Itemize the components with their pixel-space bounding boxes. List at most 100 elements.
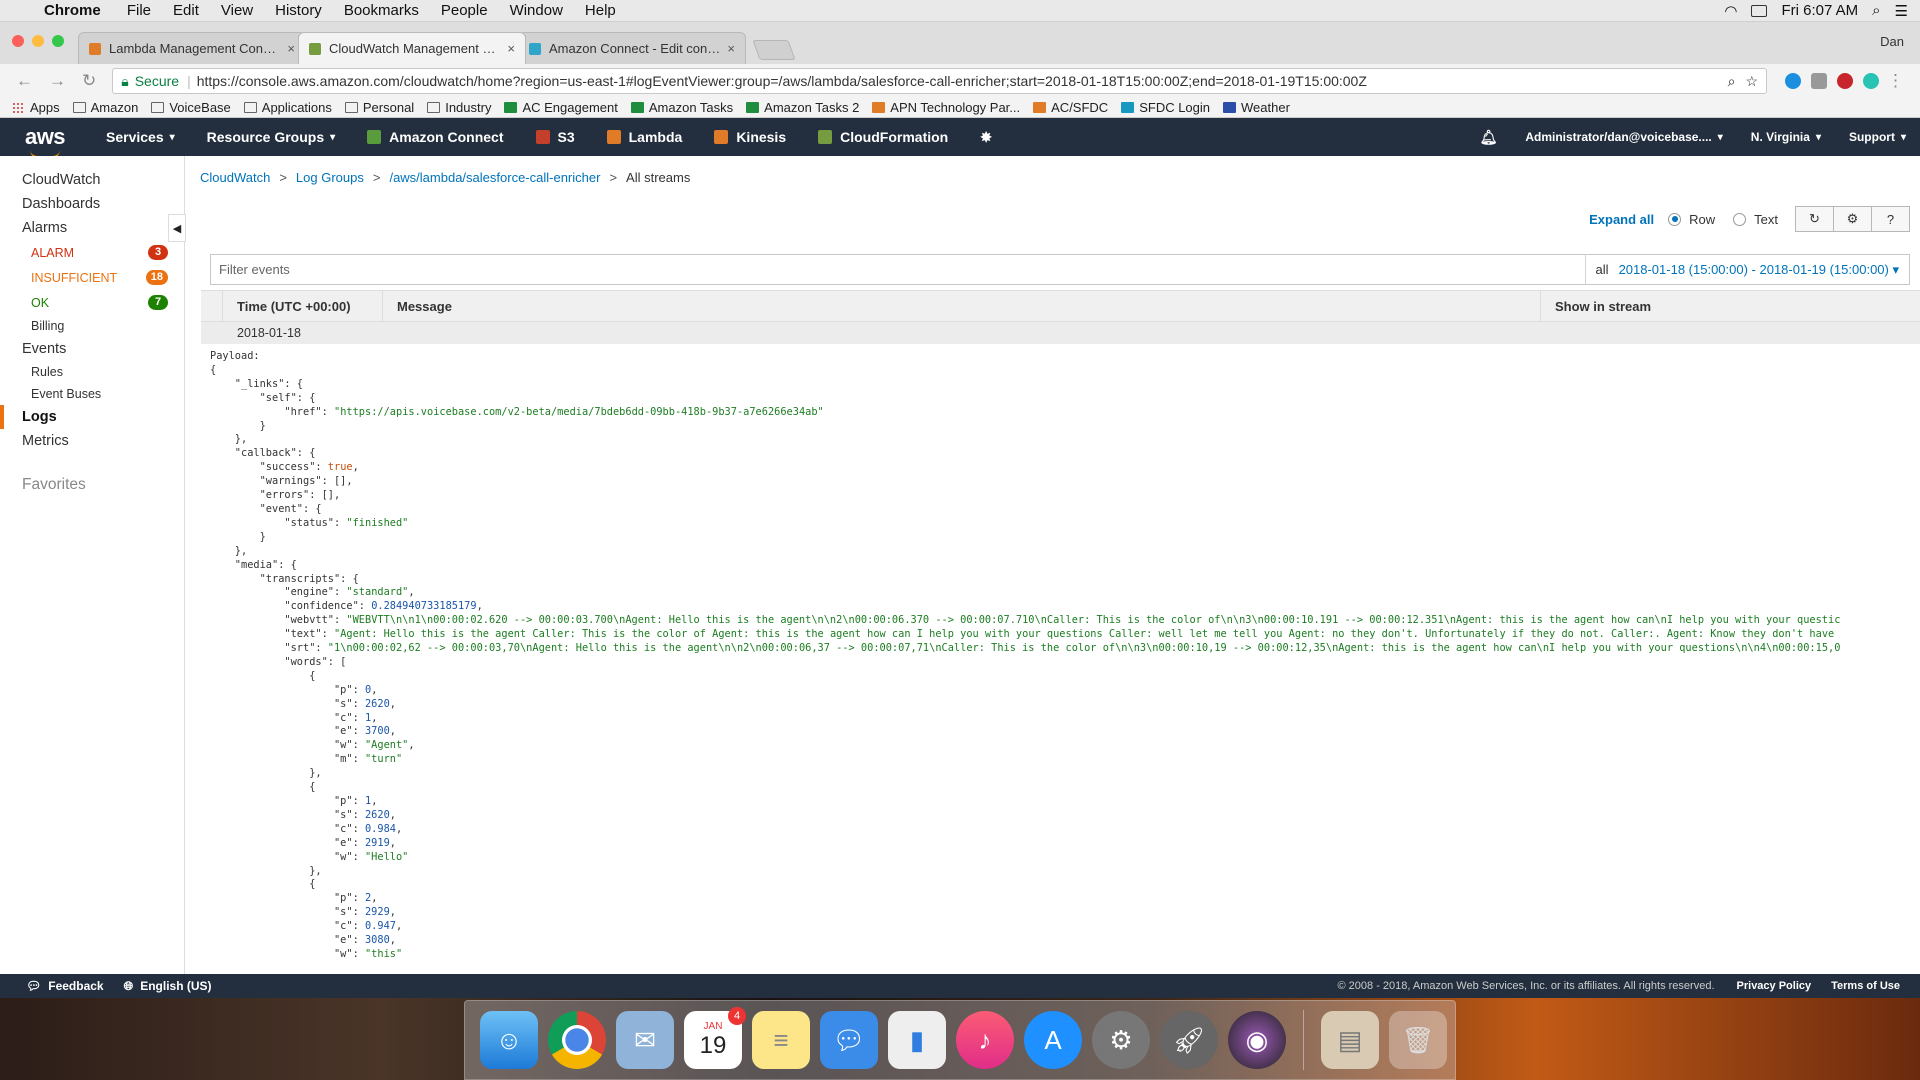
row-radio[interactable] — [1668, 212, 1682, 226]
language-selector[interactable]: 🌐︎ English (US) — [124, 979, 212, 994]
messages-icon[interactable]: 💬︎ — [820, 1011, 878, 1069]
bookmark-item[interactable]: AC/SFDC — [1033, 100, 1108, 115]
forward-button[interactable]: → — [49, 71, 66, 91]
sidebar-item-logs[interactable]: Logs — [0, 405, 184, 429]
sidebar-item-events[interactable]: Events — [0, 337, 184, 361]
finder-icon[interactable]: ☺ — [480, 1011, 538, 1069]
menu-help[interactable]: Help — [585, 2, 616, 19]
chrome-menu-icon[interactable]: ⋮ — [1887, 71, 1904, 91]
notification-center-icon[interactable]: ☰ — [1895, 2, 1908, 20]
downloads-stack-icon[interactable]: ▤ — [1321, 1011, 1379, 1069]
profile-name[interactable]: Dan — [1880, 34, 1904, 49]
close-tab-icon[interactable]: × — [507, 41, 515, 56]
extension-icon[interactable] — [1785, 73, 1801, 89]
numbers-icon[interactable]: ▮ — [888, 1011, 946, 1069]
sidebar-item-event-buses[interactable]: Event Buses — [0, 383, 184, 405]
menu-view[interactable]: View — [221, 2, 253, 19]
region-menu[interactable]: N. Virginia ▾ — [1751, 130, 1821, 144]
pin-icon[interactable]: ✸ — [980, 129, 992, 146]
back-button[interactable]: ← — [16, 71, 33, 91]
collapse-sidebar-button[interactable]: ◀ — [168, 214, 186, 242]
battery-icon[interactable] — [1751, 4, 1768, 17]
chrome-icon[interactable] — [548, 1011, 606, 1069]
address-bar[interactable]: 🔒︎ Secure | https://console.aws.amazon.c… — [112, 68, 1767, 94]
breadcrumb-link[interactable]: CloudWatch — [200, 170, 270, 185]
bookmark-item[interactable]: AC Engagement — [504, 100, 618, 115]
bookmark-item[interactable]: Personal — [344, 100, 414, 115]
shortcut-cloudformation[interactable]: CloudFormation — [818, 129, 948, 145]
url-text[interactable]: https://console.aws.amazon.com/cloudwatc… — [197, 73, 1720, 89]
sidebar-item-insufficient[interactable]: INSUFFICIENT 18 — [0, 265, 184, 290]
settings-button[interactable]: ⚙ — [1833, 206, 1872, 232]
menu-edit[interactable]: Edit — [173, 2, 199, 19]
resource-groups-menu[interactable]: Resource Groups ▾ — [207, 129, 336, 145]
extension-icon[interactable] — [1863, 73, 1879, 89]
services-menu[interactable]: Services ▾ — [106, 129, 175, 145]
aws-logo[interactable]: aws — [0, 124, 90, 158]
bookmark-item[interactable]: VoiceBase — [151, 100, 231, 115]
launchpad-icon[interactable]: 🚀︎ — [1160, 1011, 1218, 1069]
wifi-icon[interactable]: ◠ — [1724, 2, 1737, 20]
menu-window[interactable]: Window — [510, 2, 563, 19]
app-name-menu[interactable]: Chrome — [44, 2, 101, 19]
sidebar-item-alarms[interactable]: Alarms — [0, 216, 184, 240]
bookmark-item[interactable]: Applications — [243, 100, 332, 115]
sidebar-item-alarm[interactable]: ALARM 3 — [0, 240, 184, 265]
adblock-icon[interactable] — [1837, 73, 1853, 89]
spotlight-search-icon[interactable]: ⌕ — [1872, 2, 1880, 19]
bookmark-item[interactable]: Industry — [427, 100, 491, 115]
time-column-header[interactable]: Time (UTC +00:00) — [223, 291, 383, 321]
time-range-selector[interactable]: 2018-01-18 (15:00:00) - 2018-01-19 (15:0… — [1619, 262, 1909, 278]
sidebar-item-rules[interactable]: Rules — [0, 361, 184, 383]
bookmark-star-icon[interactable]: ☆ — [1745, 73, 1758, 90]
sidebar-item-metrics[interactable]: Metrics — [0, 429, 184, 453]
support-menu[interactable]: Support ▾ — [1849, 130, 1906, 144]
calendar-icon[interactable]: JAN 19 4 — [684, 1007, 746, 1069]
close-tab-icon[interactable]: × — [727, 41, 735, 56]
shortcut-lambda[interactable]: Lambda — [606, 129, 682, 145]
sidebar-item-dashboards[interactable]: Dashboards — [0, 192, 184, 216]
itunes-icon[interactable]: ♪ — [956, 1011, 1014, 1069]
bookmark-item[interactable]: Amazon — [72, 100, 138, 115]
browser-tab[interactable]: CloudWatch Management Con × — [298, 32, 526, 64]
sidebar-item-favorites[interactable]: Favorites — [0, 473, 184, 497]
text-radio[interactable] — [1733, 212, 1747, 226]
menu-history[interactable]: History — [275, 2, 322, 19]
sidebar-item-cloudwatch[interactable]: CloudWatch — [0, 168, 184, 192]
sidebar-item-ok[interactable]: OK 7 — [0, 290, 184, 315]
clock[interactable]: Fri 6:07 AM — [1781, 2, 1858, 19]
menu-people[interactable]: People — [441, 2, 488, 19]
new-tab-button[interactable] — [752, 40, 796, 60]
shortcut-kinesis[interactable]: Kinesis — [714, 129, 786, 145]
menu-file[interactable]: File — [127, 2, 151, 19]
system-preferences-icon[interactable]: ⚙ — [1092, 1011, 1150, 1069]
account-menu[interactable]: Administrator/dan@voicebase.... ▾ — [1525, 130, 1722, 144]
browser-tab[interactable]: Lambda Management Console × — [78, 32, 306, 64]
mail-icon[interactable]: ✉ — [616, 1011, 674, 1069]
reload-button[interactable]: ↻ — [82, 71, 96, 91]
browser-tab[interactable]: Amazon Connect - Edit contac × — [518, 32, 746, 64]
filter-events-input[interactable]: Filter events — [211, 255, 1586, 284]
privacy-policy-link[interactable]: Privacy Policy — [1737, 980, 1812, 992]
bookmark-item[interactable]: Amazon Tasks — [630, 100, 733, 115]
bookmark-item[interactable]: SFDC Login — [1121, 100, 1210, 115]
feedback-button[interactable]: 💬︎ Feedback — [26, 979, 104, 993]
bookmark-item[interactable]: APN Technology Par... — [872, 100, 1020, 115]
shortcut-s3[interactable]: S3 — [535, 129, 575, 145]
sidebar-item-billing[interactable]: Billing — [0, 315, 184, 337]
bookmark-item[interactable]: Amazon Tasks 2 — [746, 100, 859, 115]
close-tab-icon[interactable]: × — [287, 41, 295, 56]
extension-icon[interactable] — [1811, 73, 1827, 89]
shortcut-amazon-connect[interactable]: Amazon Connect — [367, 129, 504, 145]
log-event-message[interactable]: Payload:{ "_links": { "self": { "href": … — [210, 350, 1918, 962]
expand-all-link[interactable]: Expand all — [1589, 212, 1654, 227]
refresh-button[interactable]: ↻ — [1795, 206, 1834, 232]
trash-icon[interactable]: 🗑︎ — [1389, 1011, 1447, 1069]
siri-icon[interactable]: ◉ — [1228, 1011, 1286, 1069]
terms-of-use-link[interactable]: Terms of Use — [1831, 980, 1900, 992]
breadcrumb-link[interactable]: /aws/lambda/salesforce-call-enricher — [389, 170, 600, 185]
breadcrumb-link[interactable]: Log Groups — [296, 170, 364, 185]
notes-icon[interactable]: ≡ — [752, 1011, 810, 1069]
help-button[interactable]: ? — [1871, 206, 1910, 232]
bookmark-item[interactable]: Weather — [1223, 100, 1290, 115]
